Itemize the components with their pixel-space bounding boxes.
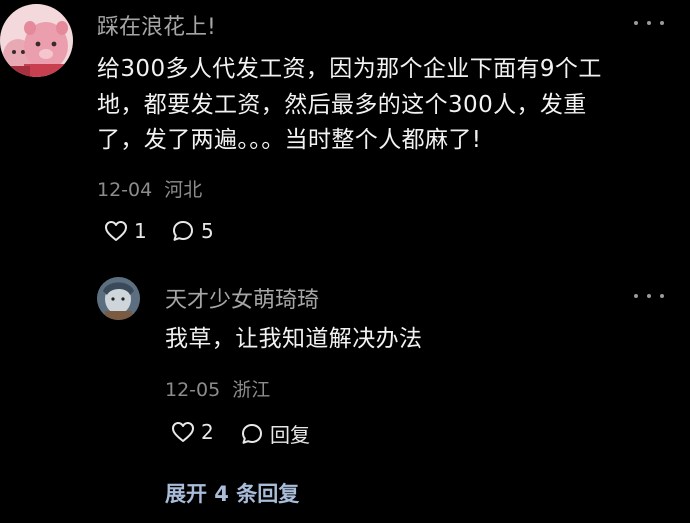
comment-text-line: 给300多人代发工资，因为那个企业下面有9个工: [97, 56, 602, 82]
reply-location: 浙江: [232, 379, 271, 401]
reply-meta: 12-05 浙江: [165, 375, 270, 402]
comment-bubble-icon: [242, 423, 262, 444]
comment-text-line: 地，都要发工资，然后最多的这个300人，发重: [97, 91, 587, 118]
reply-label: 回复: [270, 423, 310, 447]
comment-location: 河北: [164, 179, 203, 201]
comment-text: 给300多人代发工资，因为那个企业下面有9个工 地，都要发工资，然后最多的这个3…: [97, 52, 677, 159]
like-button[interactable]: 1: [104, 219, 147, 243]
like-count: 1: [134, 219, 147, 243]
comment-text-line: 了，发了两遍。。。当时整个人都麻了!: [97, 127, 482, 153]
comment-meta: 12-04 河北: [97, 175, 202, 202]
like-button[interactable]: 2: [171, 420, 214, 444]
avatar-image: [97, 277, 140, 320]
like-count: 2: [201, 420, 214, 444]
comment-bubble-icon: [173, 221, 193, 241]
reply-count: 5: [201, 219, 214, 243]
reply-button[interactable]: 回复: [240, 419, 310, 448]
expand-replies-link[interactable]: 展开 4 条回复: [165, 478, 299, 508]
comment-username[interactable]: 踩在浪花上!: [97, 9, 216, 41]
heart-icon: [105, 221, 127, 241]
avatar-image: [0, 4, 73, 77]
more-options-icon[interactable]: [634, 286, 664, 306]
avatar[interactable]: [0, 4, 73, 77]
reply-date: 12-05: [165, 379, 221, 401]
reply-count-button[interactable]: 5: [171, 219, 214, 243]
heart-icon: [172, 422, 194, 442]
reply-username[interactable]: 天才少女萌琦琦: [165, 282, 319, 314]
more-options-icon[interactable]: [634, 13, 664, 33]
reply-text: 我草，让我知道解决办法: [165, 326, 423, 352]
avatar[interactable]: [97, 277, 140, 320]
comment-date: 12-04: [97, 179, 153, 201]
